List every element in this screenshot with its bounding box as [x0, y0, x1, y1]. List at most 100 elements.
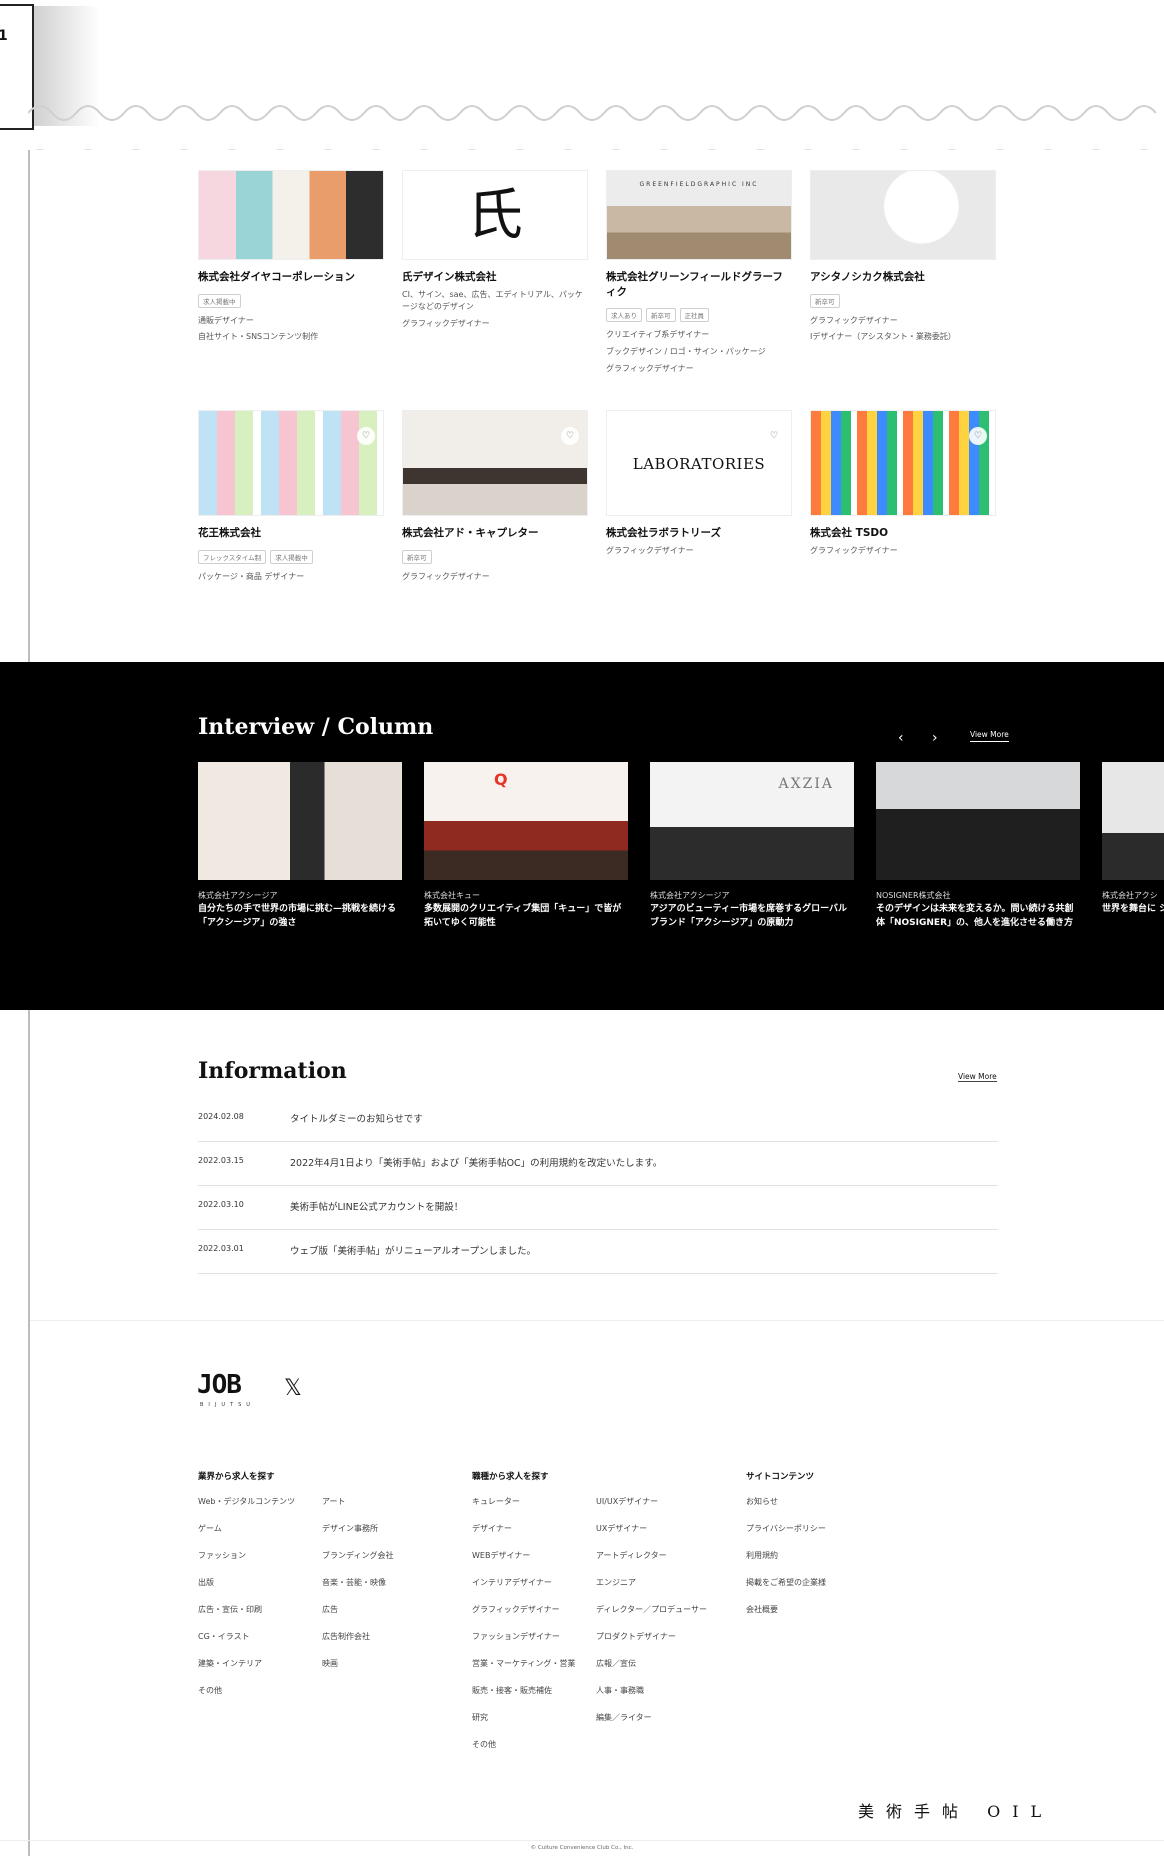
company-thumbnail[interactable]: GREENFIELDGRAPHIC INC	[606, 170, 792, 260]
footer-link[interactable]: 建築・インテリア	[198, 1658, 262, 1669]
interview-card[interactable]: AXZIA 株式会社アクシージア アジアのビューティー市場を席巻するグローバルブラン…	[650, 762, 854, 930]
company-name[interactable]: 株式会社ダイヤコーポレーション	[198, 270, 384, 285]
footer-link[interactable]: アートディレクター	[596, 1550, 667, 1561]
company-card[interactable]: ♡ 株式会社アド・キャプレター 新卒可 グラフィックデザイナー	[402, 410, 588, 583]
footer-link[interactable]: 編集／ライター	[596, 1712, 652, 1723]
company-name[interactable]: 氏デザイン株式会社	[402, 270, 588, 285]
company-thumbnail[interactable]: LABORATORIES ♡	[606, 410, 792, 516]
interview-card[interactable]: 株式会社アクシージア 自分たちの手で世界の市場に挑む—挑戦を続ける「アクシージア」…	[198, 762, 402, 930]
footer-link[interactable]: プライバシーポリシー	[746, 1523, 826, 1534]
interview-photo[interactable]: Q	[424, 762, 628, 880]
footer-link[interactable]: CG・イラスト	[198, 1631, 250, 1642]
favorite-heart-icon[interactable]: ♡	[357, 427, 375, 445]
company-thumbnail[interactable]	[198, 170, 384, 260]
information-text[interactable]: 美術手帖がLINE公式アカウントを開設！	[290, 1199, 463, 1213]
information-row[interactable]: 2022.03.01 ウェブ版「美術手帖」がリニューアルオープンしました。	[198, 1230, 998, 1274]
footer-link[interactable]: プロダクトデザイナー	[596, 1631, 676, 1642]
company-card[interactable]: ♡ 株式会社 TSDO グラフィックデザイナー	[810, 410, 996, 557]
footer-link[interactable]: インテリアデザイナー	[472, 1577, 552, 1588]
company-name[interactable]: 花王株式会社	[198, 526, 384, 541]
company-card[interactable]: LABORATORIES ♡ 株式会社ラボラトリーズ グラフィックデザイナー	[606, 410, 792, 557]
footer-link[interactable]: デザイナー	[472, 1523, 512, 1534]
footer-link[interactable]: 映画	[322, 1658, 338, 1669]
footer-link[interactable]: 営業・マーケティング・営業	[472, 1658, 575, 1669]
x-social-icon[interactable]: 𝕏	[284, 1376, 302, 1401]
footer-link[interactable]: その他	[198, 1685, 222, 1696]
footer-link[interactable]: WEBデザイナー	[472, 1550, 530, 1561]
interview-headline[interactable]: 多数展開のクリエイティブ集団「キュー」で皆が拓いてゆく可能性	[424, 903, 628, 930]
interview-photo[interactable]: AXZIA	[650, 762, 854, 880]
footer-link[interactable]: 広告・宣伝・印刷	[198, 1604, 262, 1615]
footer-link[interactable]: ブランディング会社	[322, 1550, 393, 1561]
footer-link[interactable]: 販売・接客・販売補佐	[472, 1685, 552, 1696]
footer-column-heading: サイトコンテンツ	[746, 1472, 815, 1482]
footer-link[interactable]: Web・デジタルコンテンツ	[198, 1496, 295, 1507]
information-row[interactable]: 2022.03.10 美術手帖がLINE公式アカウントを開設！	[198, 1186, 998, 1230]
carousel-prev-button[interactable]: ‹	[898, 730, 904, 746]
company-name[interactable]: 株式会社 TSDO	[810, 526, 996, 541]
interview-card[interactable]: 株式会社アクシ世界を舞台に シージアの強	[1102, 762, 1164, 917]
information-text[interactable]: 2022年4月1日より「美術手帖」および「美術手帖OC」の利用規約を改定いたしま…	[290, 1155, 662, 1169]
brand-logos[interactable]: 美術手帖 OIL	[858, 1798, 1053, 1822]
company-thumbnail[interactable]: ♡	[198, 410, 384, 516]
information-text[interactable]: タイトルダミーのお知らせです	[290, 1111, 423, 1125]
information-row[interactable]: 2024.02.08 タイトルダミーのお知らせです	[198, 1098, 998, 1142]
footer-link[interactable]: 音楽・芸能・映像	[322, 1577, 386, 1588]
favorite-heart-icon[interactable]: ♡	[969, 427, 987, 445]
interview-card[interactable]: NOSIGNER株式会社 そのデザインは未来を変えるか。問い続ける共創体「NOSI…	[876, 762, 1080, 930]
interview-photo[interactable]	[876, 762, 1080, 880]
favorite-heart-icon[interactable]: ♡	[765, 427, 783, 445]
company-name[interactable]: アシタノシカク株式会社	[810, 270, 996, 285]
footer-link[interactable]: グラフィックデザイナー	[472, 1604, 560, 1615]
footer-link[interactable]: UI/UXデザイナー	[596, 1496, 658, 1507]
footer-link[interactable]: ゲーム	[198, 1523, 222, 1534]
footer-link[interactable]: ファッションデザイナー	[472, 1631, 560, 1642]
favorite-heart-icon[interactable]: ♡	[561, 427, 579, 445]
footer-link[interactable]: アート	[322, 1496, 346, 1507]
company-name[interactable]: 株式会社グリーンフィールドグラーフィク	[606, 270, 792, 299]
interview-headline[interactable]: 世界を舞台に シージアの強	[1102, 903, 1164, 917]
company-name[interactable]: 株式会社ラボラトリーズ	[606, 526, 792, 541]
company-thumbnail[interactable]: ♡	[402, 410, 588, 516]
footer-link[interactable]: 人事・事務職	[596, 1685, 644, 1696]
interview-headline[interactable]: 自分たちの手で世界の市場に挑む—挑戦を続ける「アクシージア」の強さ	[198, 903, 402, 930]
footer-link[interactable]: 掲載をご希望の企業様	[746, 1577, 826, 1588]
carousel-next-button[interactable]: ›	[932, 730, 938, 746]
footer-link[interactable]: 広報／宣伝	[596, 1658, 636, 1669]
footer-link[interactable]: 広告	[322, 1604, 338, 1615]
footer-link[interactable]: デザイン事務所	[322, 1523, 378, 1534]
interview-view-more-link[interactable]: View More	[970, 730, 1009, 742]
information-view-more-link[interactable]: View More	[958, 1072, 997, 1082]
information-text[interactable]: ウェブ版「美術手帖」がリニューアルオープンしました。	[290, 1243, 536, 1257]
footer-link[interactable]: 広告制作会社	[322, 1631, 370, 1642]
company-card[interactable]: 株式会社ダイヤコーポレーション 求人掲載中 通販デザイナー 自社サイト・SNSコンテン…	[198, 170, 384, 344]
company-card[interactable]: GREENFIELDGRAPHIC INC 株式会社グリーンフィールドグラーフィク…	[606, 170, 792, 376]
company-card[interactable]: ♡ 花王株式会社 フレックスタイム制 求人掲載中 パッケージ・商品 デザイナー	[198, 410, 384, 583]
footer-link[interactable]: ディレクター／プロデューサー	[596, 1604, 707, 1615]
interview-photo[interactable]	[198, 762, 402, 880]
footer-link[interactable]: ファッション	[198, 1550, 246, 1561]
company-thumbnail[interactable]: ♡	[810, 410, 996, 516]
interview-headline[interactable]: アジアのビューティー市場を席巻するグローバルブランド「アクシージア」の原動力	[650, 903, 854, 930]
company-card[interactable]: 氏氏デザイン株式会社 CI、サイン、sae、広告、エディトリアル、パッケージなどの…	[402, 170, 588, 331]
footer-link[interactable]: その他	[472, 1739, 496, 1750]
footer-link[interactable]: 会社概要	[746, 1604, 778, 1615]
company-thumbnail[interactable]	[810, 170, 996, 260]
interview-card[interactable]: Q 株式会社キュー 多数展開のクリエイティブ集団「キュー」で皆が拓いてゆく可能性	[424, 762, 628, 930]
footer-link[interactable]: 出版	[198, 1577, 214, 1588]
information-row[interactable]: 2022.03.15 2022年4月1日より「美術手帖」および「美術手帖OC」の利…	[198, 1142, 998, 1186]
footer-link[interactable]: 研究	[472, 1712, 488, 1723]
interview-headline[interactable]: そのデザインは未来を変えるか。問い続ける共創体「NOSIGNER」の、他人を進化…	[876, 903, 1080, 930]
company-job-type: Iデザイナー（アシスタント・業務委託）	[810, 332, 956, 342]
job-logo[interactable]: JOB	[197, 1370, 242, 1400]
company-card[interactable]: アシタノシカク株式会社 新卒可 グラフィックデザイナー Iデザイナー（アシスタント・業…	[810, 170, 996, 344]
footer-link[interactable]: お知らせ	[746, 1496, 778, 1507]
company-name[interactable]: 株式会社アド・キャプレター	[402, 526, 588, 541]
interview-photo[interactable]	[1102, 762, 1164, 880]
footer-link[interactable]: 利用規約	[746, 1550, 778, 1561]
company-tag: フレックスタイム制	[198, 549, 267, 564]
company-thumbnail[interactable]: 氏	[402, 170, 588, 260]
footer-link[interactable]: UXデザイナー	[596, 1523, 647, 1534]
footer-link[interactable]: エンジニア	[596, 1577, 636, 1588]
footer-link[interactable]: キュレーター	[472, 1496, 520, 1507]
